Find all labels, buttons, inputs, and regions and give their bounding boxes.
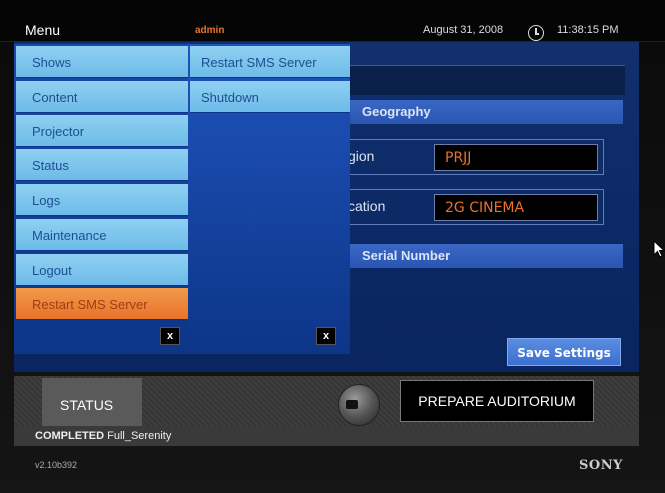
- serial-number-header: Serial Number: [348, 244, 623, 268]
- date-label: August 31, 2008: [423, 24, 504, 36]
- location-field[interactable]: 2G CINEMA: [434, 194, 598, 221]
- projector-disc-icon[interactable]: [338, 384, 380, 426]
- completed-status: COMPLETED Full_Serenity: [35, 430, 171, 442]
- version-label: v2.10b392: [35, 460, 78, 470]
- user-label: admin: [195, 25, 225, 36]
- status-tab[interactable]: STATUS: [42, 378, 142, 426]
- menu-item-restart-sms-server[interactable]: Restart SMS Server: [16, 288, 188, 320]
- submenu-item-restart-sms-server[interactable]: Restart SMS Server: [190, 46, 350, 78]
- time-label: 11:38:15 PM: [557, 24, 619, 36]
- clock-icon: [528, 25, 544, 41]
- completed-show: Full_Serenity: [107, 430, 172, 442]
- region-field[interactable]: PRJJ: [434, 144, 598, 171]
- geography-header: Geography: [348, 100, 623, 124]
- menu-title[interactable]: Menu: [25, 22, 60, 38]
- sony-logo: SONY: [579, 458, 623, 473]
- menu-item-maintenance[interactable]: Maintenance: [16, 219, 188, 251]
- location-label: cation: [348, 198, 386, 214]
- submenu-close-button[interactable]: x: [316, 327, 336, 345]
- save-settings-button[interactable]: Save Settings: [507, 338, 621, 366]
- panel-top-strip: [348, 65, 625, 95]
- submenu-item-shutdown[interactable]: Shutdown: [190, 81, 350, 113]
- menu-item-shows[interactable]: Shows: [16, 46, 188, 78]
- menu-item-logout[interactable]: Logout: [16, 254, 188, 286]
- completed-prefix: COMPLETED: [35, 430, 105, 442]
- region-label: gion: [348, 148, 375, 164]
- menu-item-content[interactable]: Content: [16, 81, 188, 113]
- prepare-auditorium-button[interactable]: PREPARE AUDITORIUM: [400, 380, 594, 422]
- menu-item-logs[interactable]: Logs: [16, 184, 188, 216]
- menu-close-button[interactable]: x: [160, 327, 180, 345]
- menu-item-projector[interactable]: Projector: [16, 115, 188, 147]
- menu-item-status[interactable]: Status: [16, 149, 188, 181]
- mouse-cursor-icon: [653, 240, 665, 258]
